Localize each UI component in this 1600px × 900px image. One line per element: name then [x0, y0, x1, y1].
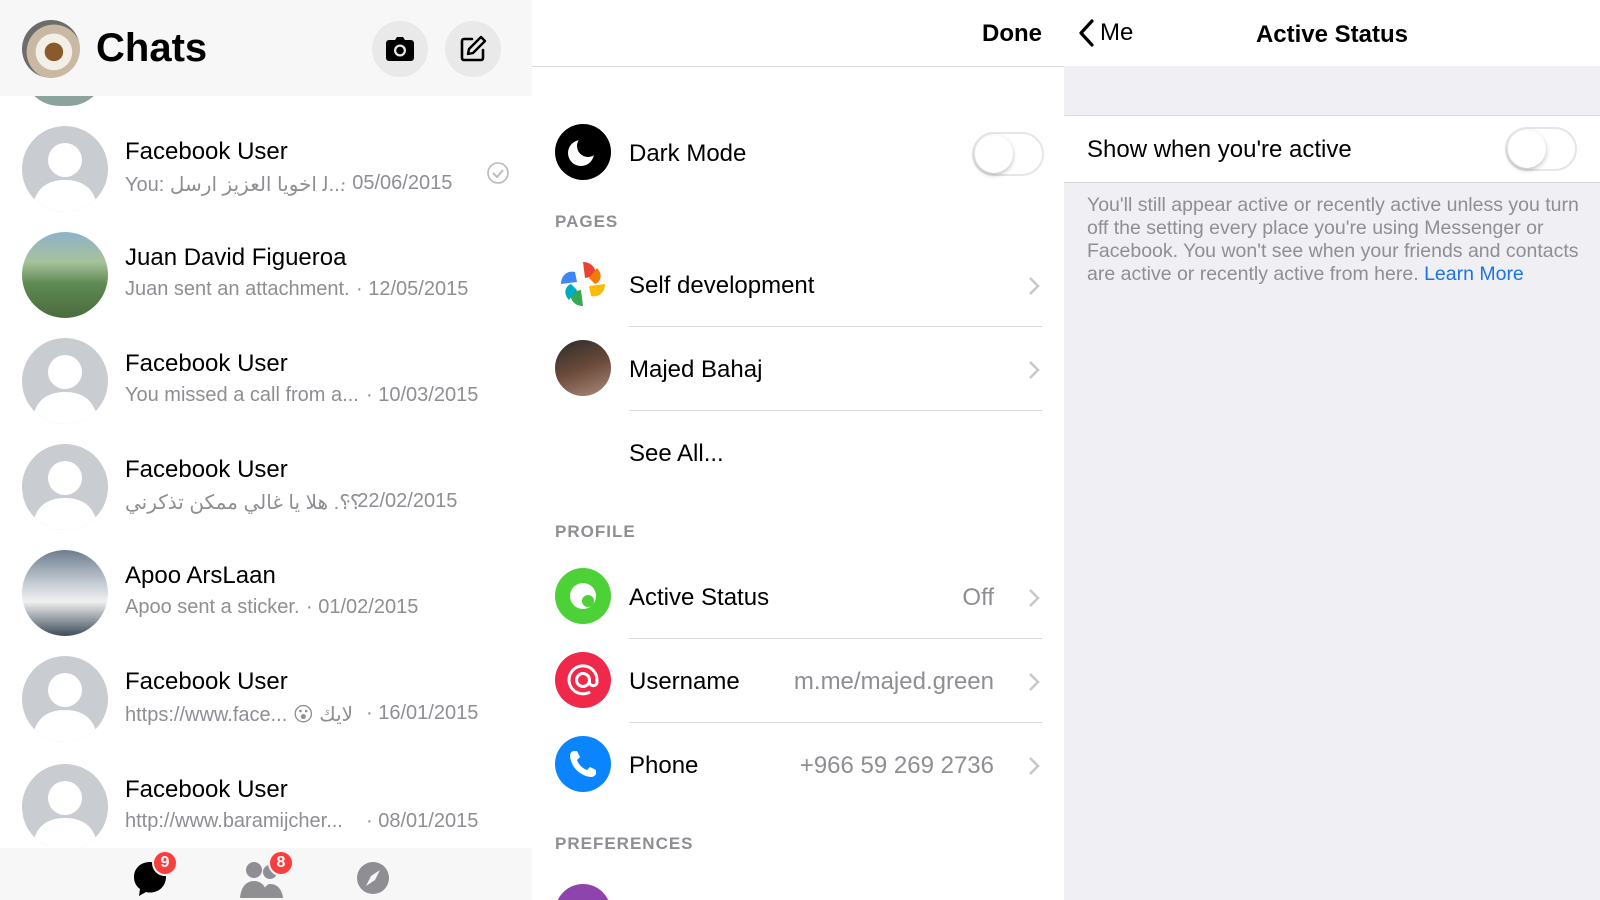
active-status-panel: Me Active Status Show when you're active… [1064, 0, 1600, 900]
moon-icon [555, 124, 611, 180]
chat-preview: http://www.baramijcher... [125, 810, 343, 832]
compose-icon [460, 35, 487, 62]
avatar [22, 550, 108, 636]
chat-date: · 12/05/2015 [356, 278, 469, 300]
chats-panel: Chats Facebook User You: ﻟ اخويا العزيز … [0, 0, 532, 900]
show-active-toggle[interactable] [1505, 127, 1577, 171]
chat-preview: https://www.face... 😮 لايك [125, 704, 354, 726]
chevron-right-icon [1029, 589, 1040, 607]
phone-label: Phone [629, 752, 699, 779]
camera-button[interactable] [372, 21, 428, 77]
done-button[interactable]: Done [982, 20, 1042, 48]
read-receipt-icon [487, 162, 509, 184]
chat-date: · 05/06/2015 [340, 172, 453, 194]
chat-name: Apoo ArsLaan [125, 562, 276, 589]
username-value: m.me/majed.green [793, 668, 994, 695]
compose-button[interactable] [445, 21, 501, 77]
default-user-icon [32, 673, 98, 742]
page-title: Active Status [1255, 21, 1409, 48]
settings-panel: Done Dark Mode PAGES Self development Ma… [532, 0, 1064, 900]
chat-row[interactable]: Facebook User https://www.face... 😮 لايك… [0, 644, 532, 750]
profile-section-header: PROFILE [555, 522, 636, 541]
show-active-row[interactable]: Show when you're active [1064, 115, 1600, 183]
chat-preview: You: ﻟ اخويا العزيز ارسل... [125, 174, 346, 196]
chevron-right-icon [1029, 757, 1040, 775]
tab-chats[interactable]: 9 [132, 850, 178, 900]
tab-bar: 9 8 [0, 848, 532, 900]
chat-preview: ؟؟. هلا يا غالي ممكن تذكرني [125, 492, 361, 514]
active-status-label: Active Status [629, 584, 770, 611]
chat-name: Facebook User [125, 776, 288, 803]
unread-badge: 9 [152, 850, 178, 876]
default-user-icon [32, 143, 98, 212]
settings-nav-bar: Done [532, 0, 1064, 67]
chat-preview: Apoo sent a sticker. [125, 596, 300, 618]
chevron-right-icon [1029, 361, 1040, 379]
divider [629, 326, 1042, 327]
tab-discover[interactable] [355, 858, 395, 900]
chat-row[interactable]: Facebook User You missed a call from a..… [0, 326, 532, 432]
chat-name: Facebook User [125, 456, 288, 483]
at-sign-icon [555, 652, 611, 708]
avatar [22, 126, 108, 212]
chevron-right-icon [1029, 277, 1040, 295]
chats-header: Chats [0, 0, 532, 96]
page-title: Chats [96, 26, 208, 70]
tab-people[interactable]: 8 [240, 850, 294, 900]
chat-name: Facebook User [125, 138, 288, 165]
toggle-knob [1508, 130, 1546, 168]
compass-icon [357, 862, 389, 894]
divider [629, 722, 1042, 723]
divider [629, 410, 1042, 411]
active-status-icon [555, 568, 611, 624]
chat-row[interactable]: Facebook User You: ﻟ اخويا العزيز ارسل..… [0, 114, 532, 220]
chevron-right-icon [1029, 673, 1040, 691]
chat-date: · 16/01/2015 [366, 702, 479, 724]
profile-avatar[interactable] [22, 20, 80, 78]
active-status-footnote: You'll still appear active or recently a… [1087, 194, 1587, 286]
username-label: Username [629, 668, 740, 695]
show-active-label: Show when you're active [1087, 136, 1352, 163]
chat-row[interactable]: Juan David Figueroa Juan sent an attachm… [0, 220, 532, 326]
avatar [22, 764, 108, 850]
active-status-value: Off [962, 584, 994, 611]
chat-date: · 08/01/2015 [366, 810, 479, 832]
default-user-icon [32, 781, 98, 850]
default-user-icon [32, 355, 98, 424]
page-logo-icon [555, 256, 611, 312]
page-name: Self development [629, 272, 815, 299]
active-status-nav-bar: Me Active Status [1064, 0, 1600, 66]
chat-date: · 22/02/2015 [345, 490, 458, 512]
phone-icon [555, 736, 611, 792]
chat-name: Facebook User [125, 668, 288, 695]
preferences-section-header: PREFERENCES [555, 834, 694, 853]
learn-more-link[interactable]: Learn More [1424, 263, 1524, 285]
camera-icon [386, 37, 414, 61]
avatar [22, 338, 108, 424]
toggle-knob [975, 135, 1013, 173]
avatar [22, 232, 108, 318]
chat-row[interactable]: Facebook User ؟؟. هلا يا غالي ممكن تذكرن… [0, 432, 532, 538]
chat-preview: Juan sent an attachment. [125, 278, 350, 300]
preference-icon [555, 884, 611, 900]
avatar [22, 656, 108, 742]
dark-mode-toggle[interactable] [972, 132, 1044, 176]
chat-name: Juan David Figueroa [125, 244, 347, 271]
chat-preview: You missed a call from a... [125, 384, 359, 406]
chat-date: · 01/02/2015 [306, 596, 419, 618]
pages-section-header: PAGES [555, 212, 619, 231]
chat-date: · 10/03/2015 [366, 384, 479, 406]
phone-value: +966 59 269 2736 [799, 752, 994, 779]
chat-row[interactable]: Facebook User http://www.baramijcher... … [0, 752, 532, 858]
avatar [22, 444, 108, 530]
dark-mode-label: Dark Mode [629, 140, 747, 167]
default-user-icon [32, 461, 98, 530]
chat-row[interactable]: Apoo ArsLaan Apoo sent a sticker. · 01/0… [0, 538, 532, 644]
requests-badge: 8 [268, 850, 294, 876]
page-name: Majed Bahaj [629, 356, 763, 383]
see-all-link[interactable]: See All... [629, 440, 724, 468]
chat-name: Facebook User [125, 350, 288, 377]
avatar [555, 340, 611, 396]
divider [629, 638, 1042, 639]
